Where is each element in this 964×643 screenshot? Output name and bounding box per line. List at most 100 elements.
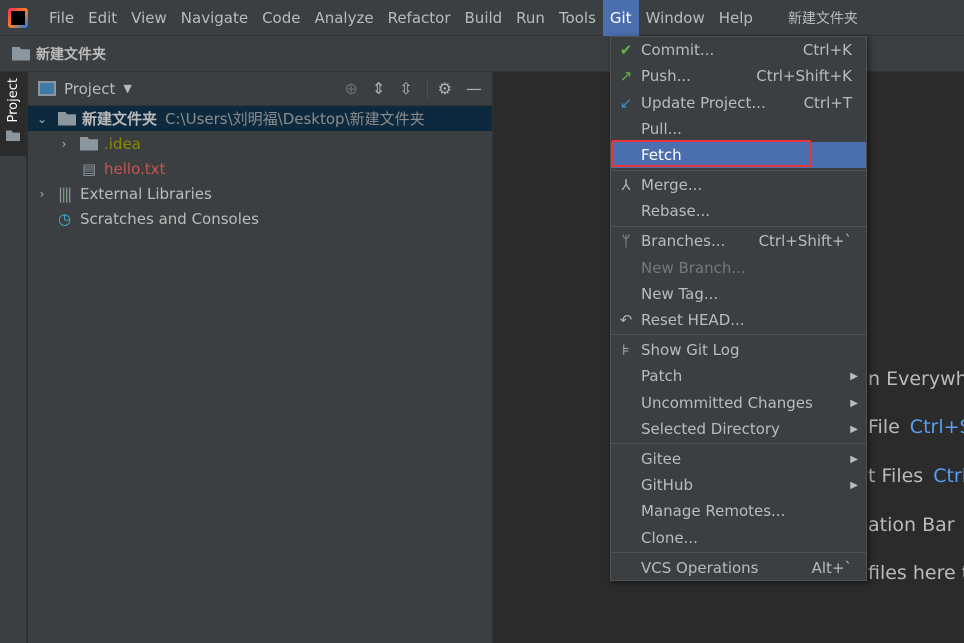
submenu-arrow-icon: ▶ bbox=[850, 453, 858, 465]
git-log-icon: ⊧ bbox=[622, 341, 630, 359]
menu-tools[interactable]: Tools bbox=[552, 0, 603, 36]
menu-help[interactable]: Help bbox=[712, 0, 760, 36]
chevron-down-icon[interactable]: ⌄ bbox=[34, 112, 50, 126]
project-folder-icon bbox=[12, 46, 30, 61]
tree-item-hello-txt[interactable]: ▤ hello.txt bbox=[28, 156, 492, 181]
expand-all-icon[interactable]: ⇕ bbox=[372, 79, 385, 98]
menu-item-label: Branches... bbox=[641, 232, 726, 250]
menu-item-label: Reset HEAD... bbox=[641, 311, 745, 329]
menu-item-label: Push... bbox=[641, 67, 691, 85]
hint-search-everywhere: n Everywhe bbox=[868, 368, 964, 390]
menu-item-rebase[interactable]: Rebase... bbox=[611, 198, 866, 224]
menu-item-label: Update Project... bbox=[641, 94, 766, 112]
undo-icon: ↶ bbox=[619, 311, 633, 329]
menu-view[interactable]: View bbox=[124, 0, 174, 36]
hint-recent-files: t Files Ctrl bbox=[868, 465, 964, 487]
push-arrow-icon: ↗ bbox=[619, 67, 633, 85]
hint-text: File bbox=[868, 416, 900, 438]
menu-item-label: Commit... bbox=[641, 41, 715, 59]
menu-item-label: Merge... bbox=[641, 176, 703, 194]
hint-shortcut: Ctrl bbox=[933, 465, 964, 487]
menu-bar: File Edit View Navigate Code Analyze Ref… bbox=[0, 0, 964, 36]
menu-window[interactable]: Window bbox=[639, 0, 712, 36]
library-icon: |||| bbox=[58, 184, 72, 203]
hint-text: files here t bbox=[868, 562, 964, 584]
menu-edit[interactable]: Edit bbox=[81, 0, 124, 36]
update-arrow-icon: ↙ bbox=[619, 94, 633, 112]
menu-item-branches[interactable]: ᛘ Branches... Ctrl+Shift+` bbox=[611, 228, 866, 254]
menu-refactor[interactable]: Refactor bbox=[381, 0, 458, 36]
menu-build[interactable]: Build bbox=[458, 0, 510, 36]
menu-item-reset-head[interactable]: ↶ Reset HEAD... bbox=[611, 307, 866, 333]
project-panel: Project ▼ ⊕ ⇕ ⇳ ⚙ — ⌄ 新建文件夹 C:\Users\刘明福… bbox=[28, 72, 493, 643]
menu-item-github[interactable]: GitHub ▶ bbox=[611, 472, 866, 498]
hint-text: t Files bbox=[868, 465, 924, 487]
menu-item-pull[interactable]: Pull... bbox=[611, 116, 866, 142]
project-view-selector[interactable]: Project bbox=[64, 80, 115, 98]
scratches-icon: ◷ bbox=[58, 209, 72, 228]
project-panel-header: Project ▼ ⊕ ⇕ ⇳ ⚙ — bbox=[28, 72, 492, 106]
menu-code[interactable]: Code bbox=[255, 0, 307, 36]
locate-icon[interactable]: ⊕ bbox=[344, 79, 357, 98]
submenu-arrow-icon: ▶ bbox=[850, 397, 858, 409]
submenu-arrow-icon: ▶ bbox=[850, 423, 858, 435]
hint-drop-files: files here t bbox=[868, 562, 964, 584]
menu-item-manage-remotes[interactable]: Manage Remotes... bbox=[611, 498, 866, 524]
menu-item-label: Rebase... bbox=[641, 202, 711, 220]
submenu-arrow-icon: ▶ bbox=[850, 479, 858, 491]
shortcut: Ctrl+K bbox=[802, 41, 852, 59]
menu-item-label: New Branch... bbox=[641, 259, 746, 277]
folder-icon bbox=[80, 136, 98, 151]
chevron-down-icon[interactable]: ▼ bbox=[123, 82, 131, 95]
menu-item-new-tag[interactable]: New Tag... bbox=[611, 281, 866, 307]
menu-file[interactable]: File bbox=[42, 0, 81, 36]
menu-item-selected-directory[interactable]: Selected Directory ▶ bbox=[611, 416, 866, 442]
hide-icon[interactable]: — bbox=[466, 79, 482, 98]
tree-item-external-libraries[interactable]: › |||| External Libraries bbox=[28, 181, 492, 206]
menu-item-patch[interactable]: Patch ▶ bbox=[611, 363, 866, 389]
menu-item-commit[interactable]: ✔ Commit... Ctrl+K bbox=[611, 37, 866, 63]
shortcut: Ctrl+T bbox=[803, 94, 852, 112]
menu-item-push[interactable]: ↗ Push... Ctrl+Shift+K bbox=[611, 63, 866, 89]
tree-item-path: C:\Users\刘明福\Desktop\新建文件夹 bbox=[165, 110, 425, 128]
hint-text: ation Bar bbox=[868, 514, 955, 536]
menu-item-uncommitted-changes[interactable]: Uncommitted Changes ▶ bbox=[611, 390, 866, 416]
tree-item-label: .idea bbox=[104, 134, 141, 153]
submenu-arrow-icon: ▶ bbox=[850, 370, 858, 382]
menu-run[interactable]: Run bbox=[509, 0, 552, 36]
menu-item-label: Show Git Log bbox=[641, 341, 740, 359]
project-view-icon bbox=[38, 81, 56, 96]
chevron-right-icon[interactable]: › bbox=[34, 187, 50, 201]
branch-icon: ᛘ bbox=[621, 232, 631, 250]
menu-navigate[interactable]: Navigate bbox=[174, 0, 255, 36]
merge-icon: ⅄ bbox=[621, 176, 631, 194]
menu-item-clone[interactable]: Clone... bbox=[611, 525, 866, 551]
breadcrumb-project[interactable]: 新建文件夹 bbox=[36, 44, 106, 64]
hint-go-to-file: File Ctrl+S bbox=[868, 416, 964, 438]
project-tool-tab[interactable]: Project bbox=[0, 72, 26, 156]
tree-item-scratches[interactable]: ◷ Scratches and Consoles bbox=[28, 206, 492, 231]
left-tool-stripe: Project bbox=[0, 72, 27, 643]
menu-item-vcs-operations[interactable]: VCS Operations Alt+` bbox=[611, 555, 866, 581]
menu-item-merge[interactable]: ⅄ Merge... bbox=[611, 172, 866, 198]
chevron-right-icon[interactable]: › bbox=[56, 137, 72, 151]
menu-item-label: Uncommitted Changes bbox=[641, 394, 813, 412]
menu-item-update-project[interactable]: ↙ Update Project... Ctrl+T bbox=[611, 90, 866, 116]
menu-item-gitee[interactable]: Gitee ▶ bbox=[611, 446, 866, 472]
shortcut: Ctrl+Shift+` bbox=[758, 232, 852, 250]
menu-item-show-git-log[interactable]: ⊧ Show Git Log bbox=[611, 337, 866, 363]
menu-item-label: Selected Directory bbox=[641, 420, 780, 438]
git-menu-popup: ✔ Commit... Ctrl+K ↗ Push... Ctrl+Shift+K ↙ U… bbox=[610, 36, 867, 581]
menu-item-label: GitHub bbox=[641, 476, 693, 494]
collapse-all-icon[interactable]: ⇳ bbox=[399, 79, 412, 98]
hint-navigation-bar: ation Bar bbox=[868, 514, 955, 536]
tree-item-root[interactable]: ⌄ 新建文件夹 C:\Users\刘明福\Desktop\新建文件夹 bbox=[28, 106, 492, 131]
hint-text: n Everywhe bbox=[868, 368, 964, 390]
menu-git[interactable]: Git bbox=[602, 0, 639, 36]
tree-item-idea[interactable]: › .idea bbox=[28, 131, 492, 156]
menu-analyze[interactable]: Analyze bbox=[307, 0, 380, 36]
menu-item-label: Pull... bbox=[641, 120, 682, 138]
tree-item-label: External Libraries bbox=[80, 184, 212, 203]
gear-icon[interactable]: ⚙ bbox=[426, 79, 452, 98]
tree-item-label: Scratches and Consoles bbox=[80, 209, 259, 228]
